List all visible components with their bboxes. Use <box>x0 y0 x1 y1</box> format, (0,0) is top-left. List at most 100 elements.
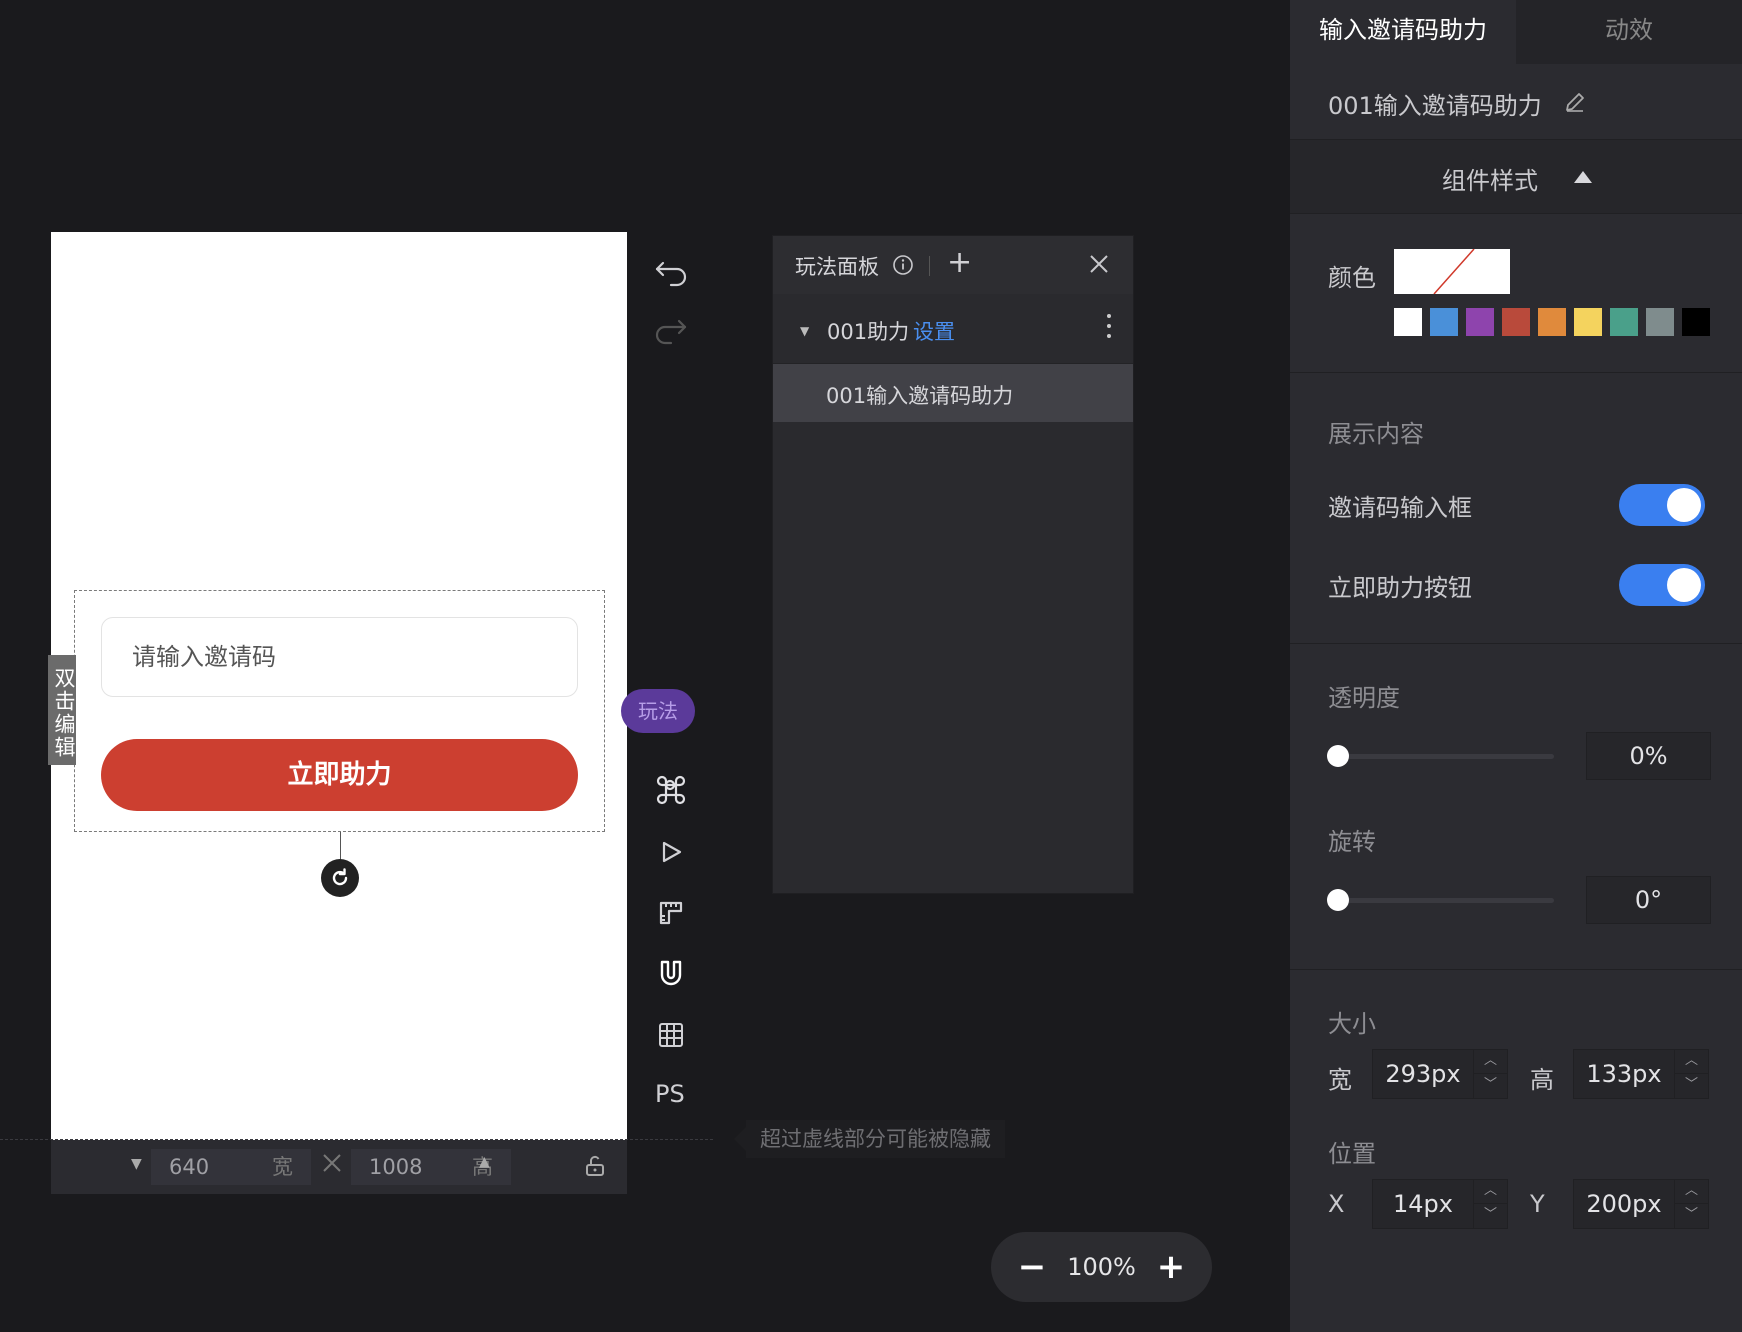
component-name: 001输入邀请码助力 <box>1328 92 1542 120</box>
size-down-arrow-icon[interactable]: ▼ <box>131 1156 142 1172</box>
play-group-row[interactable]: ▼ 001助力 设置 <box>773 294 1133 364</box>
edit-pencil-icon[interactable] <box>1563 90 1587 114</box>
tab-component[interactable]: 输入邀请码助力 <box>1290 0 1516 64</box>
artboard-width-field[interactable]: 640 宽 <box>151 1149 311 1185</box>
play-list-item[interactable]: 001输入邀请码助力 <box>773 364 1133 422</box>
close-icon[interactable] <box>1087 252 1111 276</box>
artboard-height-value: 1008 <box>369 1155 423 1179</box>
x-field[interactable]: 14px ︿ ﹀ <box>1372 1179 1508 1229</box>
increment-icon[interactable]: ︿ <box>1474 1180 1507 1204</box>
section-title: 组件样式 <box>1442 167 1538 195</box>
grid-icon[interactable] <box>651 1015 691 1055</box>
palette-swatch[interactable] <box>1610 308 1638 336</box>
caret-down-icon[interactable]: ▼ <box>800 324 809 338</box>
toggle-knob <box>1667 488 1701 522</box>
palette-swatch[interactable] <box>1538 308 1566 336</box>
rotation-slider-knob[interactable] <box>1327 889 1349 911</box>
rotation-label: 旋转 <box>1328 828 1376 856</box>
increment-icon[interactable]: ︿ <box>1675 1050 1708 1074</box>
position-label: 位置 <box>1328 1140 1376 1168</box>
collapse-triangle-icon[interactable] <box>1573 170 1593 184</box>
play-group-name: 001助力 <box>827 320 910 344</box>
undo-icon[interactable] <box>651 252 691 292</box>
decrement-icon[interactable]: ﹀ <box>1474 1204 1507 1228</box>
double-click-edit-tag[interactable]: 双击编辑 <box>48 655 76 765</box>
color-picker-swatch[interactable] <box>1394 249 1510 294</box>
y-field[interactable]: 200px ︿ ﹀ <box>1573 1179 1709 1229</box>
redo-icon[interactable] <box>651 310 691 350</box>
opacity-value-field[interactable]: 0% <box>1586 732 1711 780</box>
opacity-slider-knob[interactable] <box>1327 745 1349 767</box>
zoom-in-button[interactable]: + <box>1156 1247 1186 1287</box>
hidden-area-hint: 超过虚线部分可能被隐藏 <box>734 1120 1005 1158</box>
x-stepper: ︿ ﹀ <box>1473 1180 1507 1228</box>
artboard-width-unit: 宽 <box>272 1155 293 1179</box>
color-palette <box>1394 308 1710 336</box>
height-label: 高 <box>1530 1066 1554 1094</box>
help-button-toggle[interactable] <box>1619 564 1705 606</box>
zoom-level: 100% <box>1067 1253 1136 1281</box>
decrement-icon[interactable]: ﹀ <box>1675 1204 1708 1228</box>
width-label: 宽 <box>1328 1066 1352 1094</box>
component-style-header[interactable]: 组件样式 <box>1290 140 1742 214</box>
rotate-handle[interactable] <box>321 859 359 897</box>
play-list-item-label: 001输入邀请码助力 <box>826 384 1014 408</box>
rotation-slider-track[interactable] <box>1328 898 1554 903</box>
display-content-label: 展示内容 <box>1328 420 1424 448</box>
color-label: 颜色 <box>1328 264 1376 292</box>
height-field[interactable]: 133px ︿ ﹀ <box>1573 1049 1709 1099</box>
increment-icon[interactable]: ︿ <box>1675 1180 1708 1204</box>
artboard-size-bar: ▼ 640 宽 1008 高 ▲ <box>51 1140 627 1194</box>
ruler-icon[interactable] <box>651 893 691 933</box>
invite-input-toggle[interactable] <box>1619 484 1705 526</box>
component-name-row: 001输入邀请码助力 <box>1290 64 1742 140</box>
palette-swatch[interactable] <box>1574 308 1602 336</box>
palette-swatch[interactable] <box>1430 308 1458 336</box>
y-label: Y <box>1530 1190 1545 1218</box>
info-icon[interactable] <box>892 254 914 276</box>
opacity-label: 透明度 <box>1328 684 1400 712</box>
help-now-button[interactable]: 立即助力 <box>101 739 578 811</box>
command-icon[interactable] <box>651 770 691 810</box>
preview-play-icon[interactable] <box>651 832 691 872</box>
palette-swatch[interactable] <box>1394 308 1422 336</box>
play-panel-header: 玩法面板 + <box>773 236 1133 294</box>
divider <box>1290 969 1742 970</box>
play-group-settings-link[interactable]: 设置 <box>913 316 955 346</box>
palette-swatch[interactable] <box>1646 308 1674 336</box>
inspector-tabs: 输入邀请码助力 动效 <box>1290 0 1742 64</box>
increment-icon[interactable]: ︿ <box>1474 1050 1507 1074</box>
decrement-icon[interactable]: ﹀ <box>1675 1074 1708 1098</box>
rotate-handle-stem <box>340 832 341 862</box>
play-mode-badge[interactable]: 玩法 <box>621 689 695 733</box>
zoom-out-button[interactable]: − <box>1017 1247 1047 1287</box>
decrement-icon[interactable]: ﹀ <box>1474 1074 1507 1098</box>
more-options-icon[interactable] <box>1107 314 1113 344</box>
invite-code-input[interactable]: 请输入邀请码 <box>101 617 578 697</box>
size-up-arrow-icon[interactable]: ▲ <box>479 1154 490 1170</box>
zoom-control: − 100% + <box>991 1232 1212 1302</box>
palette-swatch[interactable] <box>1502 308 1530 336</box>
height-value: 133px <box>1586 1060 1662 1088</box>
add-play-button[interactable]: + <box>947 246 972 280</box>
size-label: 大小 <box>1328 1010 1376 1038</box>
artboard-width-value: 640 <box>169 1155 210 1179</box>
toggle-knob <box>1667 568 1701 602</box>
header-separator <box>929 256 930 276</box>
unlock-icon[interactable] <box>583 1154 607 1178</box>
width-stepper: ︿ ﹀ <box>1473 1050 1507 1098</box>
palette-swatch[interactable] <box>1466 308 1494 336</box>
magnet-icon[interactable] <box>651 954 691 994</box>
width-value: 293px <box>1385 1060 1461 1088</box>
divider <box>1290 372 1742 373</box>
tab-animation[interactable]: 动效 <box>1516 0 1742 64</box>
width-field[interactable]: 293px ︿ ﹀ <box>1372 1049 1508 1099</box>
ps-import-button[interactable]: PS <box>655 1080 685 1108</box>
opacity-slider-track[interactable] <box>1328 754 1554 759</box>
palette-swatch[interactable] <box>1682 308 1710 336</box>
rotation-value-field[interactable]: 0° <box>1586 876 1711 924</box>
y-value: 200px <box>1586 1190 1662 1218</box>
divider <box>1290 643 1742 644</box>
y-stepper: ︿ ﹀ <box>1674 1180 1708 1228</box>
x-label: X <box>1328 1190 1345 1218</box>
